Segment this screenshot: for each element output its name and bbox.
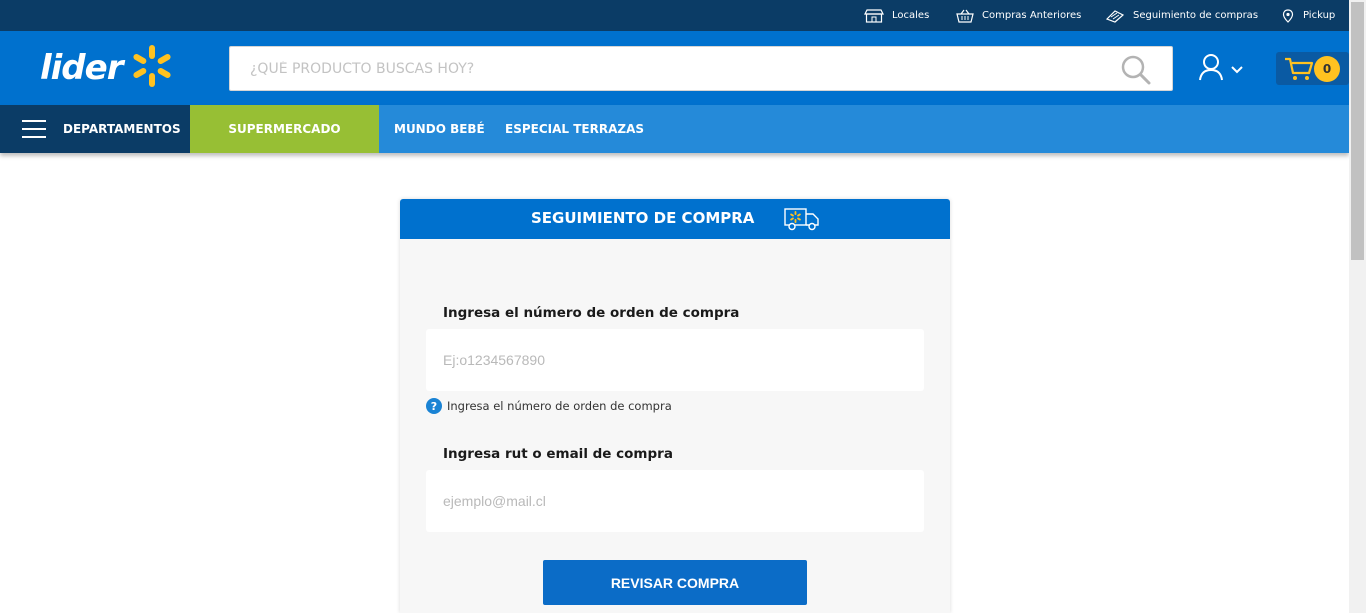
nav-link-especial-terrazas[interactable]: ESPECIAL TERRAZAS (505, 105, 644, 153)
user-icon (1198, 53, 1224, 85)
card-header: SEGUIMIENTO DE COMPRA (400, 199, 950, 239)
card-title: SEGUIMIENTO DE COMPRA (531, 209, 755, 227)
delivery-truck-icon (784, 207, 820, 235)
order-number-input[interactable] (426, 329, 924, 391)
revisar-compra-button[interactable]: REVISAR COMPRA (543, 560, 807, 605)
order-number-hint-text: Ingresa el número de orden de compra (447, 399, 672, 413)
cart-button[interactable]: 0 (1276, 52, 1349, 85)
topbar-link-label: Locales (892, 10, 930, 21)
topbar-link-compras-anteriores[interactable]: Compras Anteriores (956, 0, 1081, 31)
topbar-link-label: Seguimiento de compras (1133, 10, 1259, 21)
search-bar (229, 46, 1173, 91)
topbar-link-locales[interactable]: Locales (864, 0, 929, 31)
order-number-hint: ? Ingresa el número de orden de compra (426, 398, 672, 414)
tracking-icon (1105, 9, 1125, 23)
rut-email-input[interactable] (426, 470, 924, 532)
nav-link-mundo-bebe[interactable]: MUNDO BEBÉ (394, 105, 485, 153)
cart-icon (1284, 56, 1314, 86)
topbar-link-seguimiento[interactable]: Seguimiento de compras (1105, 0, 1258, 31)
page: Locales Compras Anteriores Seguimiento d… (0, 0, 1366, 613)
help-icon: ? (426, 398, 442, 414)
nav-link-supermercado[interactable]: SUPERMERCADO (190, 105, 379, 153)
departments-menu-button[interactable]: DEPARTAMENTOS (0, 105, 190, 153)
order-number-label: Ingresa el número de orden de compra (443, 305, 740, 321)
topbar-link-label: Compras Anteriores (982, 10, 1082, 21)
main-header: lider ¿QUÉ PRODUCTO BUSCAS HOY? 0 (0, 31, 1349, 105)
hamburger-icon (22, 120, 46, 138)
rut-email-label: Ingresa rut o email de compra (443, 446, 673, 462)
location-pin-icon (1281, 8, 1295, 23)
account-menu[interactable] (1198, 53, 1250, 85)
tracking-form-card: SEGUIMIENTO DE COMPRA Ingresa el número … (400, 199, 950, 613)
page-scrollbar[interactable] (1349, 0, 1366, 613)
search-input[interactable] (230, 47, 1110, 90)
cart-count-badge: 0 (1314, 56, 1340, 82)
lider-logo[interactable]: lider (40, 43, 200, 93)
departments-label: DEPARTAMENTOS (63, 122, 181, 136)
logo-text: lider (40, 48, 123, 88)
store-icon (864, 8, 884, 23)
topbar-link-pickup[interactable]: Pickup (1281, 0, 1335, 31)
chevron-down-icon (1230, 60, 1244, 79)
scrollbar-thumb[interactable] (1351, 2, 1364, 260)
topbar-link-label: Pickup (1303, 10, 1336, 21)
category-nav: DEPARTAMENTOS SUPERMERCADO MUNDO BEBÉ ES… (0, 105, 1349, 153)
walmart-spark-icon (130, 43, 174, 93)
search-icon[interactable] (1120, 54, 1152, 86)
top-utility-bar: Locales Compras Anteriores Seguimiento d… (0, 0, 1349, 31)
basket-icon (956, 9, 974, 23)
